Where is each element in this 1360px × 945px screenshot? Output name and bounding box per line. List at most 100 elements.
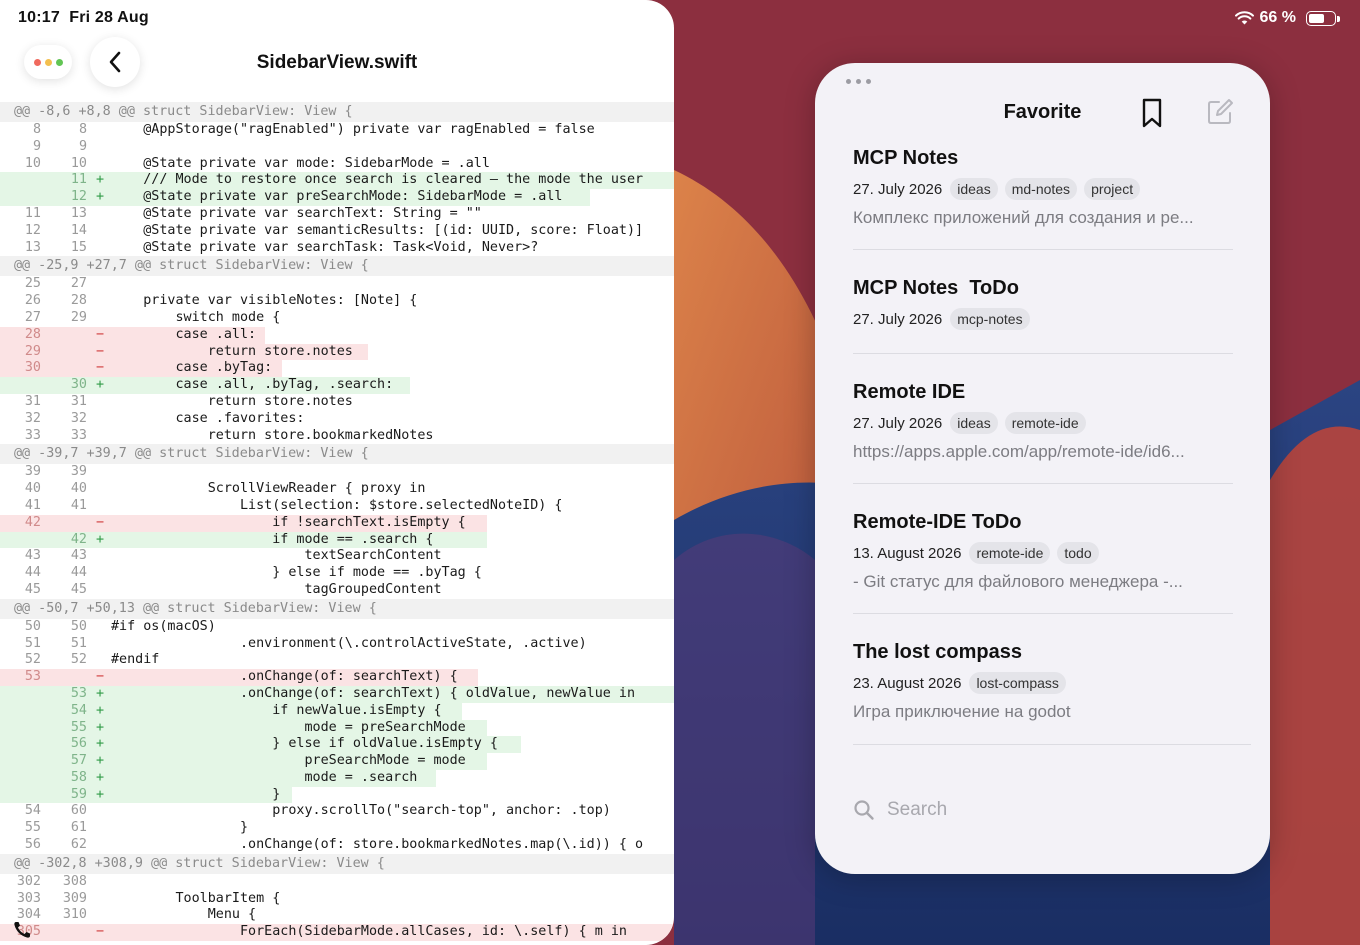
diff-context-line: 33 33 return store.bookmarkedNotes xyxy=(0,428,674,445)
diff-sign: + xyxy=(96,189,105,205)
code-text: .environment(\.controlActiveState, .acti… xyxy=(111,635,587,651)
diff-context-line: 10 10 @State private var mode: SidebarMod… xyxy=(0,156,674,173)
note-tag[interactable]: lost-compass xyxy=(969,672,1066,694)
diff-context-line: 44 44 } else if mode == .byTag { xyxy=(0,565,674,582)
note-date: 27. July 2026 xyxy=(853,414,943,432)
old-line-number: 45 xyxy=(24,581,41,597)
code-text: return store.notes xyxy=(111,393,353,409)
old-line-number: 9 xyxy=(32,138,41,154)
new-line-number: 50 xyxy=(70,618,87,634)
compose-icon[interactable] xyxy=(1205,97,1235,127)
diff-context-line: 11 13 @State private var searchText: Stri… xyxy=(0,206,674,223)
diff-sign: + xyxy=(96,753,105,769)
note-date: 27. July 2026 xyxy=(853,310,943,328)
new-line-number: 33 xyxy=(70,427,87,443)
note-tag[interactable]: ideas xyxy=(950,178,998,200)
diff-added-line: 11 + /// Mode to restore once search is c… xyxy=(0,172,674,190)
diff-context-line: 51 51 .environment(\.controlActiveState, … xyxy=(0,636,674,653)
note-meta: 27. July 2026 mcp-notes xyxy=(853,308,1233,330)
diff-view[interactable]: @@ -8,6 +8,8 @@ struct SidebarView: View… xyxy=(0,102,674,942)
favorites-title: Favorite xyxy=(1003,101,1082,123)
new-line-number: 15 xyxy=(70,239,87,255)
battery-icon xyxy=(1306,10,1340,26)
code-text: #if os(macOS) xyxy=(111,618,216,634)
diff-added-line: 56 + } else if oldValue.isEmpty { xyxy=(0,736,674,754)
diff-context-line: 303 309 ToolbarItem { xyxy=(0,891,674,908)
note-snippet: Комплекс приложений для создания и ре... xyxy=(853,208,1194,227)
search-placeholder: Search xyxy=(887,799,948,820)
favorites-window: Favorite MCP Notes 27. July 2026 ideas md-n… xyxy=(815,63,1270,874)
new-line-number: 309 xyxy=(62,890,87,906)
code-text: /// Mode to restore once search is clear… xyxy=(111,172,644,188)
favorite-note-item[interactable]: The lost compass 23. August 2026 lost-comp… xyxy=(853,641,1233,722)
diff-sign: − xyxy=(96,924,105,940)
new-line-number: 14 xyxy=(70,222,87,238)
old-line-number: 55 xyxy=(24,820,41,836)
diff-added-line: 30 + case .all, .byTag, .search: xyxy=(0,377,674,394)
new-line-number: 40 xyxy=(70,481,87,497)
search-field[interactable]: Search xyxy=(853,791,1233,829)
new-line-number: 13 xyxy=(70,205,87,221)
old-line-number: 33 xyxy=(24,427,41,443)
diff-context-line: 39 39 xyxy=(0,464,674,481)
old-line-number: 40 xyxy=(24,481,41,497)
code-text: case .all, .byTag, .search: xyxy=(111,377,394,393)
note-divider xyxy=(853,249,1233,250)
new-line-number: 39 xyxy=(70,464,87,480)
old-line-number: 44 xyxy=(24,565,41,581)
favorite-note-item[interactable]: Remote IDE 27. July 2026 ideas remote-ide ht… xyxy=(853,381,1233,462)
diff-added-line: 12 + @State private var preSearchMode: Si… xyxy=(0,189,674,206)
bookmark-icon[interactable] xyxy=(1139,97,1165,129)
new-line-number: 59 xyxy=(70,786,87,802)
diff-sign: + xyxy=(96,769,105,785)
old-line-number: 52 xyxy=(24,652,41,668)
new-line-number: 54 xyxy=(70,702,87,718)
old-line-number: 302 xyxy=(16,873,41,889)
diff-context-line: 55 61 } xyxy=(0,820,674,837)
code-text: if mode == .search { xyxy=(111,531,434,547)
diff-sign: − xyxy=(96,669,105,685)
note-tag[interactable]: project xyxy=(1084,178,1141,200)
hunk-header-text: @@ -39,7 +39,7 @@ struct SidebarView: Vi… xyxy=(14,446,369,462)
code-text: textSearchContent xyxy=(111,548,442,564)
diff-context-line: 25 27 xyxy=(0,276,674,293)
diff-context-line: 26 28 private var visibleNotes: [Note] { xyxy=(0,293,674,310)
battery-percent: 66 % xyxy=(1259,9,1296,26)
code-text: } xyxy=(111,786,281,802)
note-snippet: https://apps.apple.com/app/remote-ide/id… xyxy=(853,442,1185,461)
note-tag[interactable]: md-notes xyxy=(1004,178,1078,200)
diff-context-line: 52 52 #endif xyxy=(0,652,674,669)
note-divider xyxy=(853,613,1233,614)
note-tag[interactable]: mcp-notes xyxy=(950,308,1030,330)
new-line-number: 12 xyxy=(70,189,87,205)
note-title: MCP Notes xyxy=(853,147,959,169)
diff-removed-line: 30 − case .byTag: xyxy=(0,360,674,378)
search-icon xyxy=(854,800,874,820)
note-date: 13. August 2026 xyxy=(853,544,962,562)
note-tag[interactable]: ideas xyxy=(950,412,998,434)
code-text: } xyxy=(111,820,249,836)
code-text: return store.bookmarkedNotes xyxy=(111,427,434,443)
code-text: case .favorites: xyxy=(111,410,305,426)
note-tag[interactable]: remote-ide xyxy=(1004,412,1086,434)
diff-context-line: 27 29 switch mode { xyxy=(0,310,674,327)
code-text: } else if mode == .byTag { xyxy=(111,565,482,581)
note-tag[interactable]: todo xyxy=(1057,542,1099,564)
phone-icon[interactable] xyxy=(12,920,32,940)
window-handle-icon[interactable] xyxy=(846,79,871,84)
note-title: Remote IDE xyxy=(853,381,966,403)
new-line-number: 61 xyxy=(70,820,87,836)
note-tag[interactable]: remote-ide xyxy=(969,542,1051,564)
new-line-number: 57 xyxy=(70,753,87,769)
favorite-note-item[interactable]: MCP Notes ToDo 27. July 2026 mcp-notes xyxy=(853,277,1233,330)
old-line-number: 32 xyxy=(24,410,41,426)
diff-removed-line: 53 − .onChange(of: searchText) { xyxy=(0,669,674,686)
code-text: if !searchText.isEmpty { xyxy=(111,514,466,530)
favorite-note-item[interactable]: MCP Notes 27. July 2026 ideas md-notes proje… xyxy=(853,147,1233,228)
diff-sign: + xyxy=(96,736,105,752)
hunk-header-text: @@ -50,7 +50,13 @@ struct SidebarView: V… xyxy=(14,600,377,616)
diff-context-line: 32 32 case .favorites: xyxy=(0,411,674,428)
code-text: Menu { xyxy=(111,907,257,923)
favorite-note-item[interactable]: Remote-IDE ToDo 13. August 2026 remote-ide… xyxy=(853,511,1233,592)
diff-added-line: 42 + if mode == .search { xyxy=(0,531,674,549)
